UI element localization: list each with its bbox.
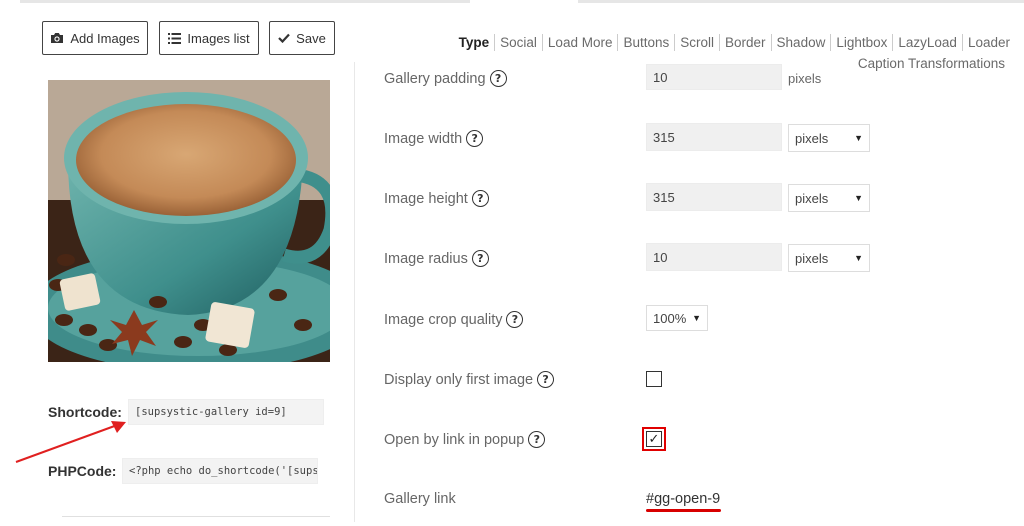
image-crop-quality-label-row: Image crop quality ? (384, 311, 524, 328)
chevron-down-icon: ▼ (692, 313, 701, 323)
red-underline-annotation (646, 509, 721, 512)
tab-lightbox[interactable]: Lightbox (831, 34, 894, 51)
tab-load-more[interactable]: Load More (543, 34, 619, 51)
image-crop-quality-value: 100% (653, 310, 687, 326)
image-radius-unit-select[interactable]: pixels ▼ (788, 244, 870, 272)
panel-divider (354, 62, 355, 522)
gallery-padding-input[interactable]: 10 (646, 64, 782, 90)
tab-type[interactable]: Type (454, 34, 496, 51)
phpcode-field[interactable]: <?php echo do_shortcode('[supsystic-gall… (122, 458, 318, 484)
tab-buttons[interactable]: Buttons (618, 34, 676, 51)
image-width-unit-value: pixels (795, 130, 829, 146)
images-list-button[interactable]: Images list (159, 21, 259, 55)
phpcode-label: PHPCode: (48, 463, 117, 479)
help-icon[interactable]: ? (537, 371, 555, 388)
coffee-cup-illustration (48, 80, 330, 362)
image-radius-label-row: Image radius ? (384, 250, 489, 267)
help-icon[interactable]: ? (528, 431, 546, 448)
save-label: Save (296, 30, 326, 46)
gallery-link-label: Gallery link (384, 491, 456, 507)
image-height-label-row: Image height ? (384, 190, 489, 207)
help-icon[interactable]: ? (466, 130, 484, 147)
tab-lazyload[interactable]: LazyLoad (893, 34, 963, 51)
image-crop-quality-select[interactable]: 100% ▼ (646, 305, 708, 331)
display-only-first-image-label-row: Display only first image ? (384, 371, 555, 388)
help-icon[interactable]: ? (506, 311, 524, 328)
image-height-unit-value: pixels (795, 190, 829, 206)
tab-border[interactable]: Border (720, 34, 772, 51)
image-radius-unit-value: pixels (795, 250, 829, 266)
help-icon[interactable]: ? (489, 70, 507, 87)
image-height-label: Image height (384, 190, 468, 207)
image-height-input[interactable]: 315 (646, 183, 782, 211)
display-only-first-image-label: Display only first image (384, 371, 534, 388)
gallery-padding-label-row: Gallery padding ? (384, 70, 507, 87)
help-icon[interactable]: ? (471, 250, 489, 267)
image-width-input[interactable]: 315 (646, 123, 782, 151)
add-images-button[interactable]: Add Images (42, 21, 148, 55)
shortcode-field[interactable]: [supsystic-gallery id=9] (128, 399, 324, 425)
gallery-padding-label: Gallery padding (384, 70, 486, 87)
chevron-down-icon: ▼ (854, 253, 863, 263)
image-radius-label: Image radius (384, 250, 468, 267)
tab-scroll[interactable]: Scroll (675, 34, 721, 51)
checkmark-icon (278, 33, 290, 43)
save-button[interactable]: Save (269, 21, 335, 55)
add-images-label: Add Images (70, 30, 140, 46)
images-list-label: Images list (187, 30, 250, 46)
tab-social[interactable]: Social (495, 34, 543, 51)
image-height-unit-select[interactable]: pixels ▼ (788, 184, 870, 212)
gallery-link-value[interactable]: #gg-open-9 (646, 491, 720, 507)
tab-shadow[interactable]: Shadow (772, 34, 832, 51)
gallery-link-label-row: Gallery link (384, 491, 456, 507)
left-bottom-divider (62, 516, 330, 517)
tab-loader[interactable]: Loader (963, 34, 1015, 51)
red-arrow-annotation (15, 421, 126, 463)
image-width-unit-select[interactable]: pixels ▼ (788, 124, 870, 152)
camera-icon (51, 33, 64, 43)
open-by-link-in-popup-checkbox[interactable]: ✓ (646, 431, 662, 447)
help-icon[interactable]: ? (471, 190, 489, 207)
chevron-down-icon: ▼ (854, 193, 863, 203)
chevron-down-icon: ▼ (854, 133, 863, 143)
image-width-label-row: Image width ? (384, 130, 484, 147)
open-by-link-in-popup-label-row: Open by link in popup ? (384, 431, 546, 448)
image-width-label: Image width (384, 130, 463, 147)
gallery-preview-image[interactable] (48, 80, 330, 362)
image-crop-quality-label: Image crop quality (384, 311, 503, 328)
top-tab-strip-right (578, 0, 1024, 3)
tab-caption-transformations[interactable]: Caption Transformations (853, 56, 1005, 71)
list-icon (168, 32, 182, 44)
display-only-first-image-checkbox[interactable] (646, 371, 662, 387)
image-radius-input[interactable]: 10 (646, 243, 782, 271)
open-by-link-in-popup-label: Open by link in popup (384, 431, 525, 448)
top-tab-strip-left (20, 0, 470, 3)
gallery-padding-unit: pixels (788, 71, 822, 86)
